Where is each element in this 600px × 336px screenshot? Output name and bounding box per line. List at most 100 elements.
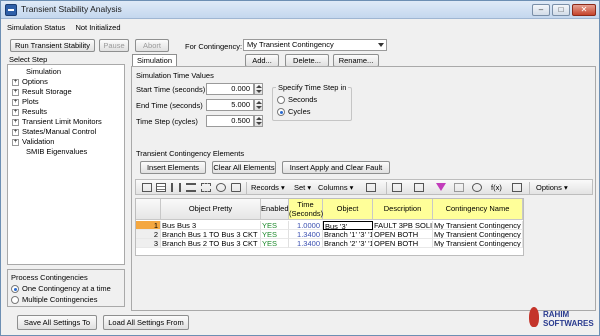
run-transient-stability-button[interactable]: Run Transient Stability	[10, 39, 95, 52]
row-number[interactable]: 2	[136, 230, 161, 239]
grid-toolbar: Records ▾ Set ▾ Columns ▾ f(x) Options ▾	[135, 179, 593, 195]
search-icon[interactable]	[472, 183, 482, 192]
cell-object-pretty[interactable]: Branch Bus 1 TO Bus 3 CKT 1	[161, 230, 261, 239]
tree-item-results[interactable]: + Results	[12, 107, 47, 116]
column-header-object[interactable]: Object	[323, 199, 373, 220]
cell-object[interactable]: Branch '2' '3' '1'	[323, 239, 373, 248]
columns-menu[interactable]: Columns ▾	[318, 182, 353, 193]
load-all-settings-button[interactable]: Load All Settings From	[103, 315, 189, 330]
simulation-status: Simulation Status Not Initialized	[7, 23, 129, 32]
multiple-contingencies-radio[interactable]: Multiple Contingencies	[11, 295, 97, 305]
start-time-input[interactable]: 0.000	[206, 83, 254, 95]
options-menu[interactable]: Options ▾	[536, 182, 568, 193]
cell-description[interactable]: OPEN BOTH	[373, 239, 433, 248]
tree-item-options[interactable]: + Options	[12, 77, 48, 86]
filter-icon[interactable]	[436, 183, 446, 191]
column-width-icon[interactable]	[171, 183, 181, 192]
status-value: Not Initialized	[75, 23, 121, 32]
contingency-select-label: For Contingency:	[185, 42, 243, 51]
expand-icon[interactable]: +	[12, 108, 19, 116]
format-icon[interactable]	[201, 183, 211, 192]
time-step-label: Time Step (cycles)	[136, 117, 198, 126]
app-icon	[5, 4, 17, 16]
row-number[interactable]: 1	[136, 221, 161, 230]
cell-time[interactable]: 1.3400	[289, 230, 323, 239]
column-header-description[interactable]: Description	[373, 199, 433, 220]
abort-button[interactable]: Abort	[135, 39, 169, 52]
insert-elements-button[interactable]: Insert Elements	[140, 161, 206, 174]
column-header-time[interactable]: Time (Seconds)	[289, 199, 323, 220]
window-title: Transient Stability Analysis	[21, 4, 122, 14]
row-number[interactable]: 3	[136, 239, 161, 248]
end-time-input[interactable]: 5.000	[206, 99, 254, 111]
cell-description[interactable]: FAULT 3PB SOLID	[373, 221, 433, 230]
tree-item-transient-limit-monitors[interactable]: + Transient Limit Monitors	[12, 117, 102, 126]
set-menu[interactable]: Set ▾	[294, 182, 311, 193]
minimize-button[interactable]: –	[532, 4, 550, 16]
cell-enabled[interactable]: YES	[261, 230, 289, 239]
cell-object-pretty[interactable]: Branch Bus 2 TO Bus 3 CKT 1	[161, 239, 261, 248]
cell-enabled[interactable]: YES	[261, 221, 289, 230]
end-time-label: End Time (seconds)	[136, 101, 203, 110]
replace-icon[interactable]	[231, 183, 241, 192]
fx-button[interactable]: f(x)	[491, 182, 502, 193]
contingency-elements-title: Transient Contingency Elements	[136, 149, 245, 158]
tree-item-simulation[interactable]: Simulation	[26, 67, 61, 76]
watermark-logo: RAHIM SOFTWARES	[529, 305, 594, 331]
maximize-button[interactable]: □	[552, 4, 570, 16]
expand-icon[interactable]: +	[12, 118, 19, 126]
cell-time[interactable]: 1.0000	[289, 221, 323, 230]
time-step-unit-group: Specify Time Step in Seconds Cycles	[272, 83, 352, 121]
cycles-radio[interactable]: Cycles	[277, 107, 311, 117]
seconds-radio[interactable]: Seconds	[277, 95, 317, 105]
save-all-settings-button[interactable]: Save All Settings To	[17, 315, 97, 330]
find-icon[interactable]	[216, 183, 226, 192]
row-height-icon[interactable]	[186, 183, 196, 192]
expand-icon[interactable]: +	[12, 128, 19, 136]
clear-all-elements-button[interactable]: Clear All Elements	[212, 161, 276, 174]
time-step-spinner[interactable]	[254, 115, 263, 127]
column-header-enabled[interactable]: Enabled	[261, 199, 289, 220]
cell-contingency-name[interactable]: My Transient Contingency	[433, 221, 523, 230]
contingency-select[interactable]: My Transient Contingency	[243, 39, 387, 51]
filter-grid-icon[interactable]	[366, 183, 376, 192]
insert-apply-clear-fault-button[interactable]: Insert Apply and Clear Fault	[282, 161, 390, 174]
tree-item-plots[interactable]: + Plots	[12, 97, 39, 106]
grid-view-icon[interactable]	[142, 183, 152, 192]
table-settings-icon[interactable]	[512, 183, 522, 192]
contingency-elements-grid: Object Pretty Enabled Time (Seconds) Obj…	[135, 198, 524, 256]
one-contingency-radio[interactable]: One Contingency at a time	[11, 284, 111, 294]
expand-icon[interactable]: +	[12, 88, 19, 96]
contingency-select-value: My Transient Contingency	[247, 40, 334, 49]
radio-selected-icon	[11, 285, 19, 294]
expand-icon[interactable]: +	[12, 78, 19, 86]
cell-object[interactable]: Branch '1' '3' '1'	[323, 230, 373, 239]
expand-icon[interactable]: +	[12, 138, 19, 146]
tree-item-smib-eigenvalues[interactable]: SMIB Eigenvalues	[26, 147, 87, 156]
cell-contingency-name[interactable]: My Transient Contingency	[433, 230, 523, 239]
expand-icon[interactable]: +	[12, 98, 19, 106]
tree-item-result-storage[interactable]: + Result Storage	[12, 87, 72, 96]
cell-description[interactable]: OPEN BOTH	[373, 230, 433, 239]
end-time-spinner[interactable]	[254, 99, 263, 111]
records-menu[interactable]: Records ▾	[251, 182, 285, 193]
tree-item-validation[interactable]: + Validation	[12, 137, 54, 146]
cell-object[interactable]: Bus '3'	[323, 221, 373, 230]
table-icon[interactable]	[156, 183, 166, 192]
toolbar-separator	[386, 182, 387, 194]
sort-icon[interactable]	[454, 183, 464, 192]
copy-icon[interactable]	[414, 183, 424, 192]
column-header-object-pretty[interactable]: Object Pretty	[161, 199, 261, 220]
time-step-input[interactable]: 0.500	[206, 115, 254, 127]
start-time-spinner[interactable]	[254, 83, 263, 95]
tree-item-states-manual-control[interactable]: + States/Manual Control	[12, 127, 96, 136]
time-step-unit-title: Specify Time Step in	[276, 83, 349, 92]
cell-time[interactable]: 1.3400	[289, 239, 323, 248]
close-button[interactable]: ✕	[572, 4, 596, 16]
pause-button[interactable]: Pause	[99, 39, 129, 52]
export-icon[interactable]	[392, 183, 402, 192]
cell-enabled[interactable]: YES	[261, 239, 289, 248]
cell-object-pretty[interactable]: Bus Bus 3	[161, 221, 261, 230]
cell-contingency-name[interactable]: My Transient Contingency	[433, 239, 523, 248]
column-header-contingency-name[interactable]: Contingency Name	[433, 199, 523, 220]
